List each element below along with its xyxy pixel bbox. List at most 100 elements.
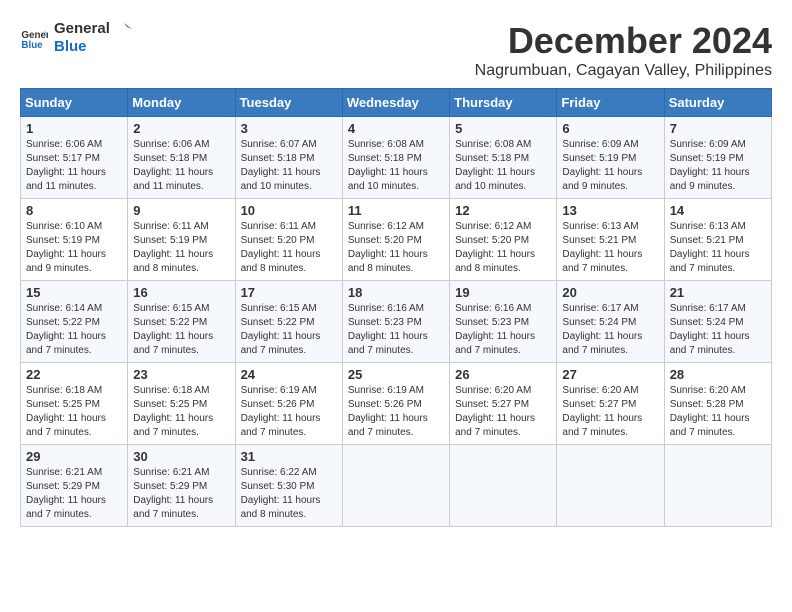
calendar-cell: [557, 445, 664, 527]
day-number: 13: [562, 203, 658, 218]
calendar-cell: 28 Sunrise: 6:20 AM Sunset: 5:28 PM Dayl…: [664, 363, 771, 445]
calendar-week-row: 29 Sunrise: 6:21 AM Sunset: 5:29 PM Dayl…: [21, 445, 772, 527]
col-saturday: Saturday: [664, 89, 771, 117]
day-number: 8: [26, 203, 122, 218]
calendar-cell: 11 Sunrise: 6:12 AM Sunset: 5:20 PM Dayl…: [342, 199, 449, 281]
calendar-week-row: 1 Sunrise: 6:06 AM Sunset: 5:17 PM Dayli…: [21, 117, 772, 199]
day-number: 12: [455, 203, 551, 218]
day-info: Sunrise: 6:13 AM Sunset: 5:21 PM Dayligh…: [670, 220, 766, 276]
day-number: 16: [133, 285, 229, 300]
calendar-cell: 24 Sunrise: 6:19 AM Sunset: 5:26 PM Dayl…: [235, 363, 342, 445]
day-info: Sunrise: 6:22 AM Sunset: 5:30 PM Dayligh…: [241, 466, 337, 522]
day-number: 29: [26, 449, 122, 464]
day-info: Sunrise: 6:09 AM Sunset: 5:19 PM Dayligh…: [670, 138, 766, 194]
day-number: 10: [241, 203, 337, 218]
logo-bird-icon: [114, 20, 132, 38]
day-number: 30: [133, 449, 229, 464]
calendar-cell: 17 Sunrise: 6:15 AM Sunset: 5:22 PM Dayl…: [235, 281, 342, 363]
day-number: 1: [26, 121, 122, 136]
header: General Blue General Blue December 2024 …: [20, 20, 772, 80]
calendar-cell: 1 Sunrise: 6:06 AM Sunset: 5:17 PM Dayli…: [21, 117, 128, 199]
day-number: 5: [455, 121, 551, 136]
calendar-cell: 25 Sunrise: 6:19 AM Sunset: 5:26 PM Dayl…: [342, 363, 449, 445]
calendar-cell: 29 Sunrise: 6:21 AM Sunset: 5:29 PM Dayl…: [21, 445, 128, 527]
day-info: Sunrise: 6:17 AM Sunset: 5:24 PM Dayligh…: [562, 302, 658, 358]
day-number: 14: [670, 203, 766, 218]
day-info: Sunrise: 6:18 AM Sunset: 5:25 PM Dayligh…: [133, 384, 229, 440]
day-info: Sunrise: 6:06 AM Sunset: 5:17 PM Dayligh…: [26, 138, 122, 194]
calendar-cell: 14 Sunrise: 6:13 AM Sunset: 5:21 PM Dayl…: [664, 199, 771, 281]
calendar-cell: 19 Sunrise: 6:16 AM Sunset: 5:23 PM Dayl…: [450, 281, 557, 363]
col-friday: Friday: [557, 89, 664, 117]
calendar-cell: [450, 445, 557, 527]
logo-text-blue: Blue: [54, 38, 132, 56]
calendar-cell: 30 Sunrise: 6:21 AM Sunset: 5:29 PM Dayl…: [128, 445, 235, 527]
svg-text:Blue: Blue: [21, 40, 43, 51]
calendar-cell: 22 Sunrise: 6:18 AM Sunset: 5:25 PM Dayl…: [21, 363, 128, 445]
day-number: 17: [241, 285, 337, 300]
day-number: 7: [670, 121, 766, 136]
day-info: Sunrise: 6:17 AM Sunset: 5:24 PM Dayligh…: [670, 302, 766, 358]
calendar-cell: 23 Sunrise: 6:18 AM Sunset: 5:25 PM Dayl…: [128, 363, 235, 445]
day-number: 4: [348, 121, 444, 136]
calendar-cell: 16 Sunrise: 6:15 AM Sunset: 5:22 PM Dayl…: [128, 281, 235, 363]
location-title: Nagrumbuan, Cagayan Valley, Philippines: [475, 62, 772, 80]
calendar-cell: 27 Sunrise: 6:20 AM Sunset: 5:27 PM Dayl…: [557, 363, 664, 445]
calendar-cell: 3 Sunrise: 6:07 AM Sunset: 5:18 PM Dayli…: [235, 117, 342, 199]
day-info: Sunrise: 6:18 AM Sunset: 5:25 PM Dayligh…: [26, 384, 122, 440]
day-info: Sunrise: 6:12 AM Sunset: 5:20 PM Dayligh…: [348, 220, 444, 276]
day-info: Sunrise: 6:11 AM Sunset: 5:19 PM Dayligh…: [133, 220, 229, 276]
day-info: Sunrise: 6:09 AM Sunset: 5:19 PM Dayligh…: [562, 138, 658, 194]
day-info: Sunrise: 6:10 AM Sunset: 5:19 PM Dayligh…: [26, 220, 122, 276]
day-number: 24: [241, 367, 337, 382]
col-wednesday: Wednesday: [342, 89, 449, 117]
day-info: Sunrise: 6:08 AM Sunset: 5:18 PM Dayligh…: [348, 138, 444, 194]
day-number: 19: [455, 285, 551, 300]
day-number: 28: [670, 367, 766, 382]
calendar-cell: 10 Sunrise: 6:11 AM Sunset: 5:20 PM Dayl…: [235, 199, 342, 281]
col-monday: Monday: [128, 89, 235, 117]
day-info: Sunrise: 6:16 AM Sunset: 5:23 PM Dayligh…: [455, 302, 551, 358]
calendar-cell: 20 Sunrise: 6:17 AM Sunset: 5:24 PM Dayl…: [557, 281, 664, 363]
day-info: Sunrise: 6:07 AM Sunset: 5:18 PM Dayligh…: [241, 138, 337, 194]
calendar-cell: 15 Sunrise: 6:14 AM Sunset: 5:22 PM Dayl…: [21, 281, 128, 363]
day-info: Sunrise: 6:12 AM Sunset: 5:20 PM Dayligh…: [455, 220, 551, 276]
day-info: Sunrise: 6:15 AM Sunset: 5:22 PM Dayligh…: [241, 302, 337, 358]
day-info: Sunrise: 6:21 AM Sunset: 5:29 PM Dayligh…: [133, 466, 229, 522]
day-number: 27: [562, 367, 658, 382]
calendar-cell: 9 Sunrise: 6:11 AM Sunset: 5:19 PM Dayli…: [128, 199, 235, 281]
calendar-cell: 21 Sunrise: 6:17 AM Sunset: 5:24 PM Dayl…: [664, 281, 771, 363]
calendar-cell: [664, 445, 771, 527]
logo-icon: General Blue: [20, 24, 48, 52]
day-info: Sunrise: 6:19 AM Sunset: 5:26 PM Dayligh…: [348, 384, 444, 440]
day-number: 23: [133, 367, 229, 382]
day-info: Sunrise: 6:11 AM Sunset: 5:20 PM Dayligh…: [241, 220, 337, 276]
day-info: Sunrise: 6:13 AM Sunset: 5:21 PM Dayligh…: [562, 220, 658, 276]
col-thursday: Thursday: [450, 89, 557, 117]
day-number: 31: [241, 449, 337, 464]
day-number: 21: [670, 285, 766, 300]
calendar-cell: 26 Sunrise: 6:20 AM Sunset: 5:27 PM Dayl…: [450, 363, 557, 445]
day-info: Sunrise: 6:20 AM Sunset: 5:28 PM Dayligh…: [670, 384, 766, 440]
title-area: December 2024 Nagrumbuan, Cagayan Valley…: [475, 20, 772, 80]
calendar-week-row: 22 Sunrise: 6:18 AM Sunset: 5:25 PM Dayl…: [21, 363, 772, 445]
logo-text-general: General: [54, 20, 132, 38]
calendar-cell: 7 Sunrise: 6:09 AM Sunset: 5:19 PM Dayli…: [664, 117, 771, 199]
day-number: 25: [348, 367, 444, 382]
day-number: 3: [241, 121, 337, 136]
calendar-cell: 2 Sunrise: 6:06 AM Sunset: 5:18 PM Dayli…: [128, 117, 235, 199]
header-row: Sunday Monday Tuesday Wednesday Thursday…: [21, 89, 772, 117]
calendar-cell: 13 Sunrise: 6:13 AM Sunset: 5:21 PM Dayl…: [557, 199, 664, 281]
calendar-cell: 18 Sunrise: 6:16 AM Sunset: 5:23 PM Dayl…: [342, 281, 449, 363]
col-sunday: Sunday: [21, 89, 128, 117]
day-info: Sunrise: 6:15 AM Sunset: 5:22 PM Dayligh…: [133, 302, 229, 358]
day-info: Sunrise: 6:14 AM Sunset: 5:22 PM Dayligh…: [26, 302, 122, 358]
calendar-table: Sunday Monday Tuesday Wednesday Thursday…: [20, 88, 772, 527]
day-number: 15: [26, 285, 122, 300]
day-number: 18: [348, 285, 444, 300]
calendar-cell: 4 Sunrise: 6:08 AM Sunset: 5:18 PM Dayli…: [342, 117, 449, 199]
col-tuesday: Tuesday: [235, 89, 342, 117]
day-number: 11: [348, 203, 444, 218]
calendar-cell: 5 Sunrise: 6:08 AM Sunset: 5:18 PM Dayli…: [450, 117, 557, 199]
calendar-cell: 31 Sunrise: 6:22 AM Sunset: 5:30 PM Dayl…: [235, 445, 342, 527]
